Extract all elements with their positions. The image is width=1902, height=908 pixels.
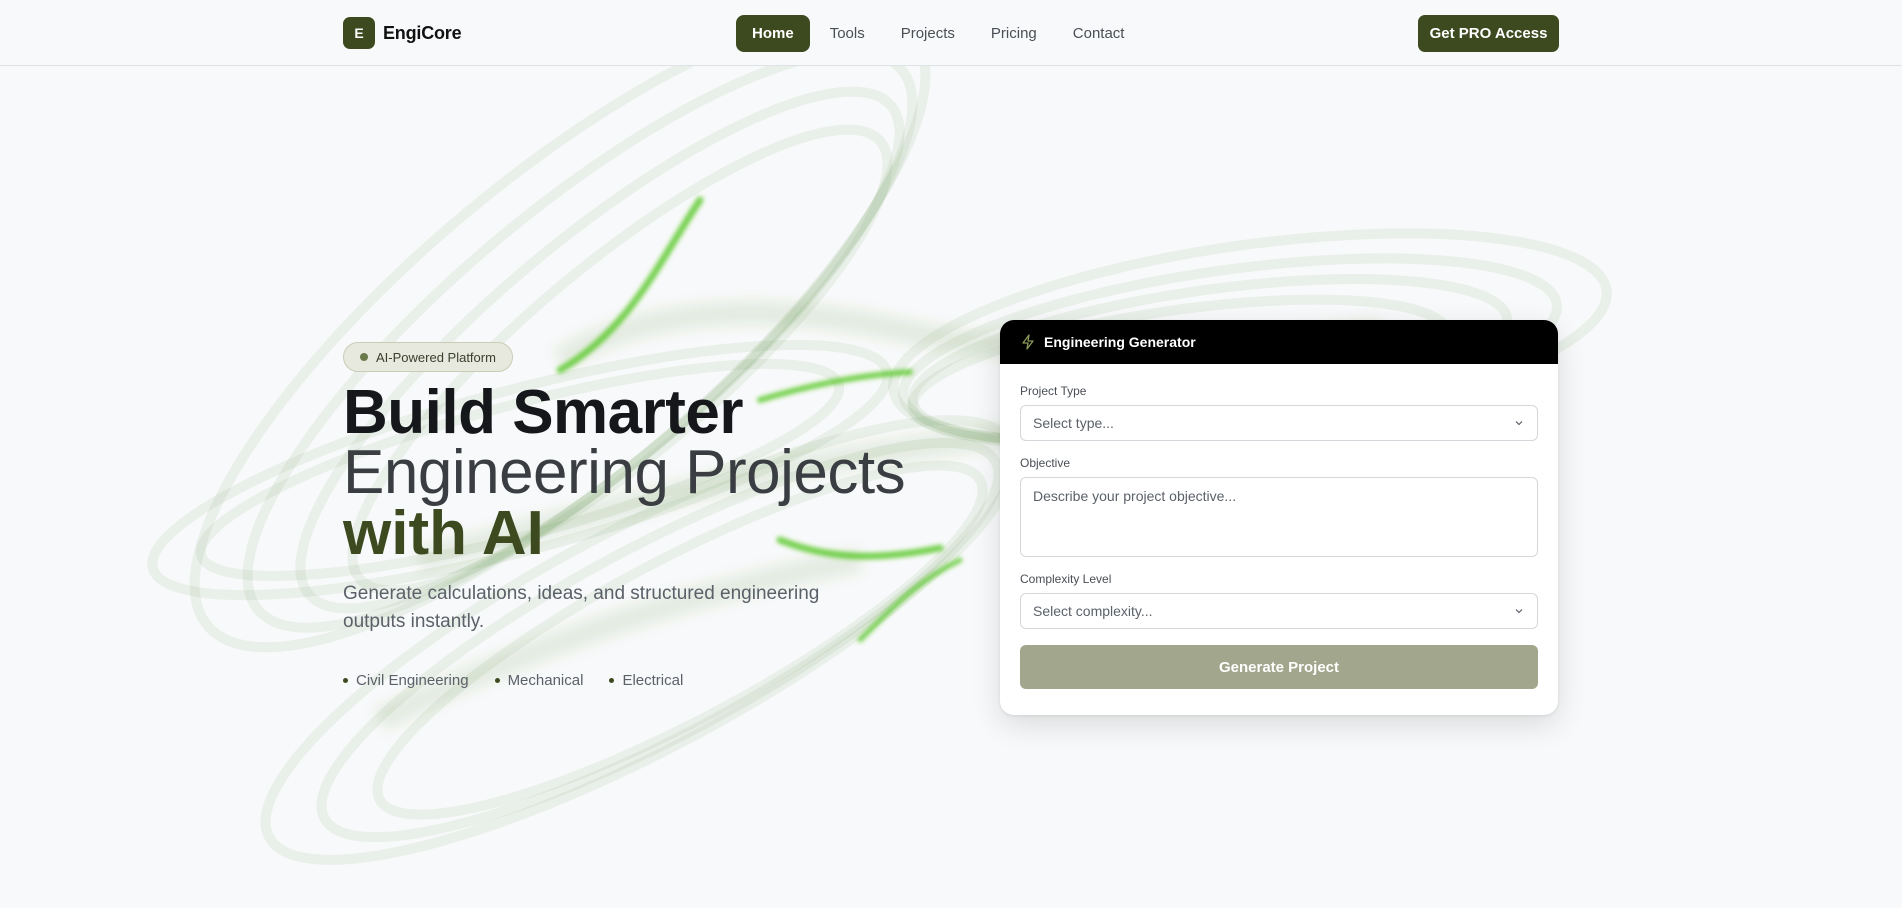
headline-line-1: Build Smarter	[343, 378, 744, 447]
top-navbar: E EngiCore Home Tools Projects Pricing C…	[0, 0, 1902, 66]
chevron-down-icon	[1515, 421, 1523, 426]
complexity-select[interactable]: Select complexity...	[1020, 593, 1538, 629]
complexity-value: Select complexity...	[1033, 603, 1153, 619]
nav-link-home[interactable]: Home	[736, 15, 810, 52]
badge-dot-icon	[360, 353, 368, 361]
nav-link-tools[interactable]: Tools	[814, 15, 881, 52]
bullet-icon	[609, 678, 615, 683]
nav-link-projects[interactable]: Projects	[885, 15, 971, 52]
headline-line-3: with AI	[343, 499, 544, 568]
get-pro-button[interactable]: Get PRO Access	[1418, 15, 1559, 52]
objective-label: Objective	[1020, 456, 1071, 470]
bullet-icon	[343, 678, 348, 683]
chevron-down-icon	[1515, 609, 1523, 614]
project-type-value: Select type...	[1033, 415, 1114, 431]
tag-label: Electrical	[622, 672, 684, 689]
brand-name: EngiCore	[383, 22, 462, 43]
tag-civil: Civil Engineering	[343, 672, 469, 689]
ai-platform-badge: AI-Powered Platform	[343, 342, 513, 372]
tag-electrical: Electrical	[609, 672, 683, 689]
hero-subtitle: Generate calculations, ideas, and struct…	[343, 583, 820, 632]
complexity-label: Complexity Level	[1020, 572, 1112, 586]
card-body: Project Type Select type... Objective De…	[1000, 364, 1558, 689]
nav-links: Home Tools Projects Pricing Contact	[736, 15, 1140, 52]
tag-label: Mechanical	[507, 672, 584, 689]
engineering-generator-card: Engineering Generator Project Type Selec…	[1000, 320, 1558, 715]
objective-textarea[interactable]: Describe your project objective...	[1020, 477, 1538, 557]
tag-label: Civil Engineering	[356, 672, 469, 689]
logo-mark: E	[343, 17, 375, 49]
card-header: Engineering Generator	[1000, 320, 1558, 364]
hero-section: AI-Powered Platform Build Smarter Engine…	[343, 342, 983, 689]
badge-label: AI-Powered Platform	[376, 349, 496, 365]
discipline-tags: Civil Engineering Mechanical Electrical	[343, 672, 983, 689]
headline-line-2: Engineering Projects	[343, 438, 906, 507]
bolt-icon	[1022, 334, 1034, 350]
generate-project-button[interactable]: Generate Project	[1020, 645, 1538, 689]
nav-link-pricing[interactable]: Pricing	[975, 15, 1053, 52]
brand[interactable]: E EngiCore	[343, 17, 462, 49]
card-title: Engineering Generator	[1044, 334, 1196, 350]
tag-mechanical: Mechanical	[494, 672, 584, 689]
project-type-label: Project Type	[1020, 384, 1087, 398]
project-type-select[interactable]: Select type...	[1020, 405, 1538, 441]
bullet-icon	[494, 678, 500, 683]
nav-link-contact[interactable]: Contact	[1057, 15, 1141, 52]
